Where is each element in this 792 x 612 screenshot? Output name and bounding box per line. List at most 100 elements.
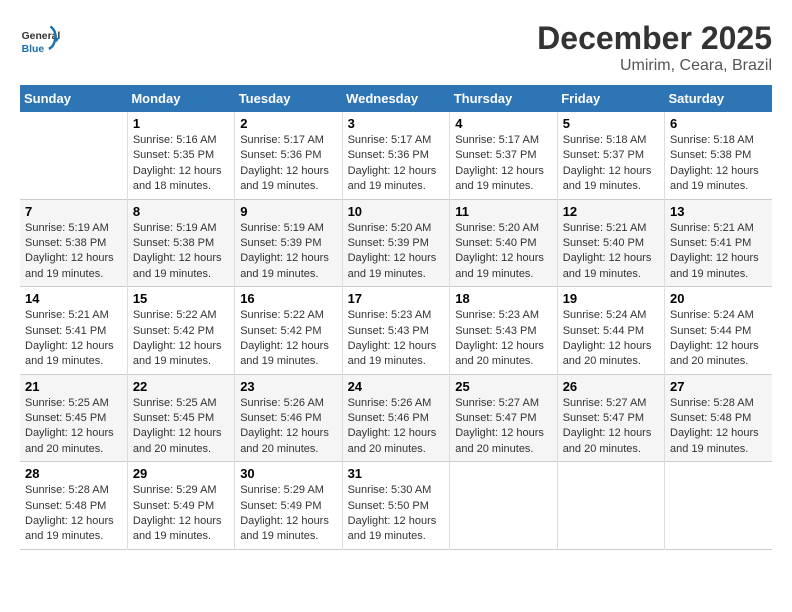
calendar-cell: 19 Sunrise: 5:24 AM Sunset: 5:44 PM Dayli…	[557, 287, 664, 375]
day-info: Sunrise: 5:17 AM Sunset: 5:36 PM Dayligh…	[240, 133, 336, 195]
day-info: Sunrise: 5:21 AM Sunset: 5:40 PM Dayligh…	[563, 221, 659, 283]
calendar-week-1: 1 Sunrise: 5:16 AM Sunset: 5:35 PM Daylig…	[20, 112, 772, 199]
day-number: 25	[455, 379, 551, 394]
day-info: Sunrise: 5:17 AM Sunset: 5:37 PM Dayligh…	[455, 133, 551, 195]
day-number: 29	[133, 466, 229, 481]
calendar-cell: 31 Sunrise: 5:30 AM Sunset: 5:50 PM Dayli…	[342, 462, 450, 550]
day-number: 31	[348, 466, 445, 481]
day-info: Sunrise: 5:19 AM Sunset: 5:38 PM Dayligh…	[133, 221, 229, 283]
day-number: 14	[25, 291, 122, 306]
day-number: 12	[563, 204, 659, 219]
calendar-cell: 5 Sunrise: 5:18 AM Sunset: 5:37 PM Daylig…	[557, 112, 664, 199]
calendar-cell: 6 Sunrise: 5:18 AM Sunset: 5:38 PM Daylig…	[665, 112, 773, 199]
day-number: 7	[25, 204, 122, 219]
day-number: 3	[348, 116, 445, 131]
day-number: 2	[240, 116, 336, 131]
logo: General Blue	[20, 20, 64, 60]
calendar-cell: 15 Sunrise: 5:22 AM Sunset: 5:42 PM Dayli…	[127, 287, 234, 375]
day-number: 16	[240, 291, 336, 306]
day-number: 28	[25, 466, 122, 481]
day-number: 24	[348, 379, 445, 394]
calendar-cell: 26Sunrise: 5:27 AM Sunset: 5:47 PM Dayli…	[557, 374, 664, 462]
weekday-header-row: SundayMondayTuesdayWednesdayThursdayFrid…	[20, 85, 772, 112]
calendar-cell: 11Sunrise: 5:20 AM Sunset: 5:40 PM Dayli…	[450, 199, 557, 287]
calendar-cell: 14 Sunrise: 5:21 AM Sunset: 5:41 PM Dayli…	[20, 287, 127, 375]
day-number: 4	[455, 116, 551, 131]
calendar-cell	[557, 462, 664, 550]
calendar-cell	[450, 462, 557, 550]
day-info: Sunrise: 5:18 AM Sunset: 5:37 PM Dayligh…	[563, 133, 659, 195]
day-info: Sunrise: 5:18 AM Sunset: 5:38 PM Dayligh…	[670, 133, 767, 195]
calendar-cell	[665, 462, 773, 550]
day-number: 9	[240, 204, 336, 219]
day-info: Sunrise: 5:19 AM Sunset: 5:39 PM Dayligh…	[240, 221, 336, 283]
calendar-cell: 25 Sunrise: 5:27 AM Sunset: 5:47 PM Dayli…	[450, 374, 557, 462]
day-number: 15	[133, 291, 229, 306]
calendar-cell: 24 Sunrise: 5:26 AM Sunset: 5:46 PM Dayli…	[342, 374, 450, 462]
calendar-table: SundayMondayTuesdayWednesdayThursdayFrid…	[20, 85, 772, 550]
weekday-header-friday: Friday	[557, 85, 664, 112]
day-number: 23	[240, 379, 336, 394]
day-number: 21	[25, 379, 122, 394]
day-info: Sunrise: 5:21 AM Sunset: 5:41 PM Dayligh…	[25, 308, 122, 370]
calendar-week-2: 7 Sunrise: 5:19 AM Sunset: 5:38 PM Daylig…	[20, 199, 772, 287]
calendar-cell: 20Sunrise: 5:24 AM Sunset: 5:44 PM Dayli…	[665, 287, 773, 375]
calendar-cell: 3 Sunrise: 5:17 AM Sunset: 5:36 PM Daylig…	[342, 112, 450, 199]
day-number: 1	[133, 116, 229, 131]
day-info: Sunrise: 5:29 AM Sunset: 5:49 PM Dayligh…	[240, 483, 336, 545]
calendar-cell: 21Sunrise: 5:25 AM Sunset: 5:45 PM Dayli…	[20, 374, 127, 462]
day-number: 30	[240, 466, 336, 481]
calendar-week-3: 14 Sunrise: 5:21 AM Sunset: 5:41 PM Dayli…	[20, 287, 772, 375]
day-info: Sunrise: 5:27 AM Sunset: 5:47 PM Dayligh…	[455, 396, 551, 458]
weekday-header-monday: Monday	[127, 85, 234, 112]
day-info: Sunrise: 5:25 AM Sunset: 5:45 PM Dayligh…	[133, 396, 229, 458]
day-number: 22	[133, 379, 229, 394]
day-number: 19	[563, 291, 659, 306]
month-title: December 2025	[537, 20, 772, 57]
weekday-header-thursday: Thursday	[450, 85, 557, 112]
day-info: Sunrise: 5:17 AM Sunset: 5:36 PM Dayligh…	[348, 133, 445, 195]
day-info: Sunrise: 5:29 AM Sunset: 5:49 PM Dayligh…	[133, 483, 229, 545]
calendar-cell: 2 Sunrise: 5:17 AM Sunset: 5:36 PM Daylig…	[235, 112, 342, 199]
weekday-header-saturday: Saturday	[665, 85, 773, 112]
day-info: Sunrise: 5:30 AM Sunset: 5:50 PM Dayligh…	[348, 483, 445, 545]
day-number: 27	[670, 379, 767, 394]
calendar-cell: 28Sunrise: 5:28 AM Sunset: 5:48 PM Dayli…	[20, 462, 127, 550]
calendar-week-4: 21 Sunrise: 5:25 AM Sunset: 5:45 PM Dayli…	[20, 374, 772, 462]
calendar-cell: 4 Sunrise: 5:17 AM Sunset: 5:37 PM Daylig…	[450, 112, 557, 199]
calendar-cell: 27 Sunrise: 5:28 AM Sunset: 5:48 PM Dayli…	[665, 374, 773, 462]
calendar-cell: 13Sunrise: 5:21 AM Sunset: 5:41 PM Dayli…	[665, 199, 773, 287]
day-info: Sunrise: 5:20 AM Sunset: 5:39 PM Dayligh…	[348, 221, 445, 283]
day-number: 26	[563, 379, 659, 394]
calendar-cell: 22 Sunrise: 5:25 AM Sunset: 5:45 PM Dayli…	[127, 374, 234, 462]
day-info: Sunrise: 5:16 AM Sunset: 5:35 PM Dayligh…	[133, 133, 229, 195]
day-number: 8	[133, 204, 229, 219]
day-number: 17	[348, 291, 445, 306]
day-number: 6	[670, 116, 767, 131]
day-info: Sunrise: 5:23 AM Sunset: 5:43 PM Dayligh…	[455, 308, 551, 370]
calendar-cell: 16 Sunrise: 5:22 AM Sunset: 5:42 PM Dayli…	[235, 287, 342, 375]
day-info: Sunrise: 5:24 AM Sunset: 5:44 PM Dayligh…	[563, 308, 659, 370]
title-area: December 2025 Umirim, Ceara, Brazil	[537, 20, 772, 75]
calendar-week-5: 28Sunrise: 5:28 AM Sunset: 5:48 PM Dayli…	[20, 462, 772, 550]
day-number: 13	[670, 204, 767, 219]
calendar-body: 1 Sunrise: 5:16 AM Sunset: 5:35 PM Daylig…	[20, 112, 772, 549]
day-number: 11	[455, 204, 551, 219]
calendar-cell: 23Sunrise: 5:26 AM Sunset: 5:46 PM Dayli…	[235, 374, 342, 462]
day-info: Sunrise: 5:28 AM Sunset: 5:48 PM Dayligh…	[670, 396, 767, 458]
calendar-cell	[20, 112, 127, 199]
day-number: 5	[563, 116, 659, 131]
day-number: 20	[670, 291, 767, 306]
day-info: Sunrise: 5:26 AM Sunset: 5:46 PM Dayligh…	[348, 396, 445, 458]
calendar-cell: 9 Sunrise: 5:19 AM Sunset: 5:39 PM Daylig…	[235, 199, 342, 287]
calendar-cell: 10Sunrise: 5:20 AM Sunset: 5:39 PM Dayli…	[342, 199, 450, 287]
calendar-cell: 17Sunrise: 5:23 AM Sunset: 5:43 PM Dayli…	[342, 287, 450, 375]
calendar-cell: 1 Sunrise: 5:16 AM Sunset: 5:35 PM Daylig…	[127, 112, 234, 199]
day-number: 18	[455, 291, 551, 306]
svg-text:Blue: Blue	[22, 44, 45, 55]
day-info: Sunrise: 5:22 AM Sunset: 5:42 PM Dayligh…	[240, 308, 336, 370]
page-header: General Blue December 2025 Umirim, Ceara…	[20, 20, 772, 75]
weekday-header-wednesday: Wednesday	[342, 85, 450, 112]
location-subtitle: Umirim, Ceara, Brazil	[537, 57, 772, 75]
day-info: Sunrise: 5:22 AM Sunset: 5:42 PM Dayligh…	[133, 308, 229, 370]
